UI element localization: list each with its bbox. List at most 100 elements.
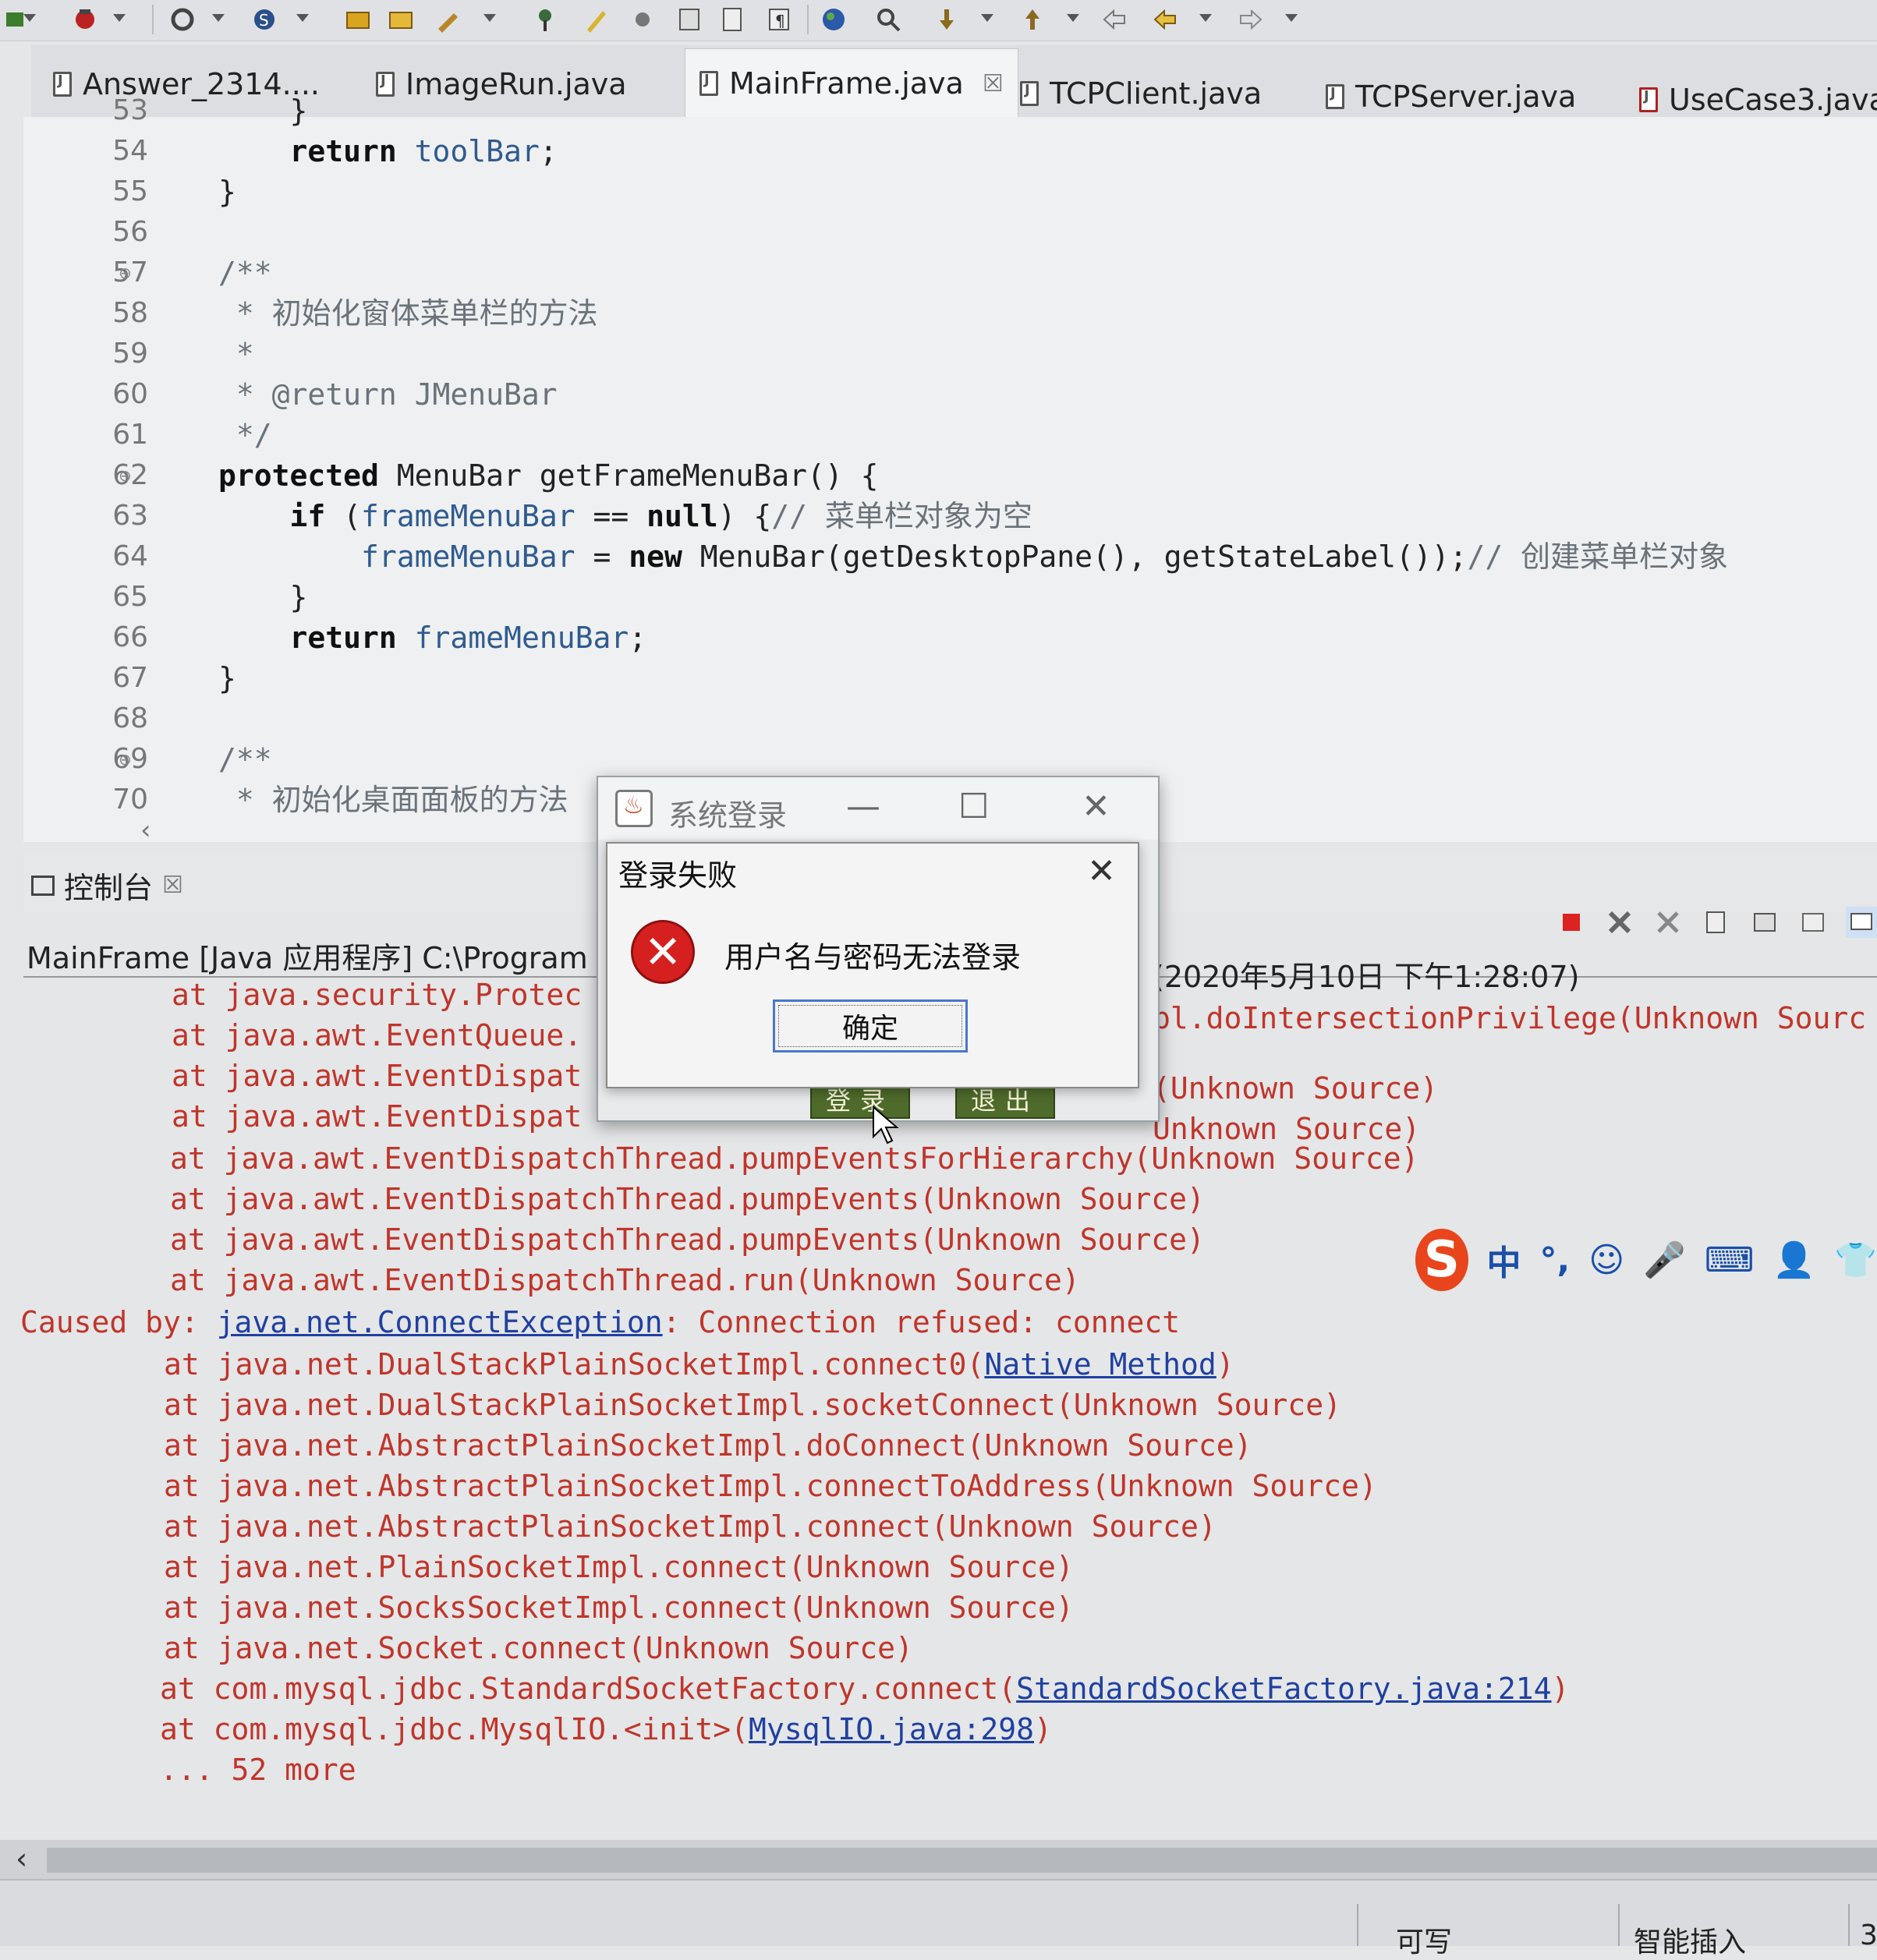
- globe-icon[interactable]: [819, 5, 848, 34]
- error-dialog: 登录失败 ✕ ✕ 用户名与密码无法登录 确定: [606, 842, 1139, 1088]
- close-tab-icon[interactable]: ☒: [983, 70, 1004, 97]
- new-folder-icon[interactable]: [343, 5, 373, 34]
- ime-language-toggle[interactable]: 中: [1487, 1235, 1521, 1285]
- java-file-icon: [376, 72, 395, 97]
- source-link[interactable]: MysqlIO.java:298: [749, 1712, 1034, 1746]
- dropdown-arrow-icon[interactable]: [113, 14, 126, 22]
- search-icon[interactable]: [873, 5, 903, 34]
- scrollbar-thumb[interactable]: [47, 1848, 1877, 1873]
- brush-icon[interactable]: [628, 5, 657, 34]
- java-app-icon: [615, 790, 653, 827]
- stack-line: at com.mysql.jdbc.MysqlIO.<init>(MysqlIO…: [160, 1712, 1052, 1746]
- emoji-icon[interactable]: ☺: [1588, 1240, 1624, 1280]
- tab-mainframe[interactable]: MainFrame.java ☒: [685, 48, 1018, 118]
- source-link[interactable]: StandardSocketFactory.java:214: [1016, 1672, 1551, 1706]
- sogou-logo-icon[interactable]: S: [1415, 1229, 1468, 1291]
- login-title-bar[interactable]: 系统登录 — ☐ ✕: [598, 777, 1158, 840]
- console-line: at java.security.Protec: [172, 978, 583, 1012]
- ok-button[interactable]: 确定: [773, 999, 968, 1053]
- status-bar: 可写 智能插入 3: [0, 1879, 1877, 1958]
- java-file-icon: [1326, 84, 1344, 109]
- code-text: return toolBar;: [218, 134, 558, 168]
- code-text: return frameMenuBar;: [218, 621, 647, 655]
- scroll-left-icon[interactable]: ‹: [16, 1841, 27, 1876]
- caused-by-line: Caused by: java.net.ConnectException: Co…: [20, 1305, 1181, 1339]
- toolbar-separator: [807, 5, 809, 34]
- writable-status: 可写: [1396, 1926, 1453, 1958]
- error-icon: ✕: [631, 920, 695, 984]
- highlighter-icon[interactable]: [581, 5, 611, 34]
- status-separator: [1357, 1904, 1358, 1946]
- console-horizontal-scrollbar[interactable]: ‹: [0, 1840, 1877, 1879]
- close-icon[interactable]: ✕: [1082, 787, 1110, 826]
- keyword: protected: [218, 458, 379, 493]
- punctuation-icon[interactable]: °,: [1540, 1240, 1571, 1280]
- close-icon[interactable]: ✕: [1087, 851, 1116, 891]
- code-editor[interactable]: 53 } 54 return toolBar; 55} 56 57 ⊖/** 58…: [23, 94, 1877, 846]
- source-link[interactable]: Native Method: [984, 1347, 1216, 1382]
- stack-line: at java.net.DualStackPlainSocketImpl.con…: [164, 1347, 1234, 1382]
- last-edit-icon[interactable]: [1100, 5, 1129, 34]
- dropdown-arrow-icon[interactable]: [483, 14, 496, 22]
- field: frameMenuBar: [414, 621, 629, 655]
- code-text: if (frameMenuBar == null) {// 菜单栏对象为空: [218, 499, 1032, 533]
- close-tab-icon[interactable]: ☒: [162, 872, 183, 899]
- stack-line: at java.net.AbstractPlainSocketImpl.conn…: [164, 1509, 1217, 1544]
- console-line: at java.awt.EventDispat: [172, 1059, 583, 1093]
- dropdown-arrow-icon[interactable]: [212, 14, 225, 22]
- open-folder-icon[interactable]: [386, 5, 416, 34]
- console-line: at java.awt.EventDispatchThread.run(Unkn…: [170, 1263, 1080, 1297]
- skin-icon[interactable]: 👕: [1834, 1240, 1877, 1280]
- fold-icon[interactable]: ⊖: [119, 253, 132, 293]
- stack-line: at java.net.Socket.connect(Unknown Sourc…: [164, 1631, 913, 1665]
- document-icon[interactable]: [717, 5, 747, 34]
- tool-icon[interactable]: [433, 5, 462, 34]
- bookmark-icon[interactable]: [675, 5, 704, 34]
- cursor-position: 3: [1860, 1919, 1877, 1951]
- next-annotation-icon[interactable]: [932, 5, 962, 34]
- code-text: frameMenuBar = new MenuBar(getDesktopPan…: [361, 540, 1729, 574]
- keyword: null: [646, 499, 718, 533]
- java-file-icon: [1020, 81, 1039, 106]
- stack-line: at java.net.DualStackPlainSocketImpl.soc…: [164, 1388, 1341, 1422]
- forward-arrow-icon[interactable]: [1236, 5, 1266, 34]
- previous-annotation-icon[interactable]: [1018, 5, 1047, 34]
- comment: // 创建菜单栏对象: [1467, 540, 1729, 574]
- console-tab-label: 控制台: [64, 871, 154, 905]
- scroll-left-icon[interactable]: ‹: [140, 815, 151, 846]
- dropdown-arrow-icon[interactable]: [1199, 14, 1212, 22]
- keyboard-icon[interactable]: ⌨: [1705, 1240, 1755, 1280]
- maximize-icon[interactable]: ☐: [958, 787, 989, 826]
- dropdown-arrow-icon[interactable]: [981, 14, 993, 22]
- user-icon[interactable]: 👤: [1773, 1240, 1815, 1280]
- tab-label: ImageRun.java: [406, 67, 627, 101]
- gear-icon[interactable]: [168, 5, 197, 34]
- minimize-icon[interactable]: —: [846, 787, 880, 826]
- tab-console[interactable]: 控制台 ☒: [31, 864, 183, 907]
- tab-tcpclient[interactable]: TCPClient.java: [1020, 62, 1262, 125]
- login-window-title: 系统登录: [668, 798, 788, 833]
- dialog-title: 登录失败: [618, 858, 738, 893]
- server-icon[interactable]: S: [250, 5, 279, 34]
- dropdown-arrow-icon[interactable]: [296, 14, 309, 22]
- svg-text:S: S: [259, 11, 269, 30]
- microphone-icon[interactable]: 🎤: [1643, 1240, 1686, 1280]
- status-separator: [1848, 1904, 1850, 1946]
- exception-link[interactable]: java.net.ConnectException: [217, 1305, 663, 1339]
- console-line: at java.awt.EventDispatchThread.pumpEven…: [170, 1182, 1205, 1216]
- tab-label: TCPServer.java: [1355, 80, 1577, 114]
- fold-icon[interactable]: ⊖: [119, 739, 132, 780]
- dropdown-arrow-icon[interactable]: [1067, 14, 1079, 22]
- debug-icon[interactable]: [70, 5, 100, 34]
- console-line: pl.doIntersectionPrivilege(Unknown Sourc: [1153, 1001, 1867, 1035]
- stack-line: at java.net.AbstractPlainSocketImpl.doCo…: [164, 1428, 1252, 1463]
- tab-imagerun[interactable]: ImageRun.java: [376, 53, 627, 115]
- fold-icon[interactable]: ⊖: [119, 455, 132, 496]
- dropdown-arrow-icon[interactable]: [23, 14, 36, 22]
- dropdown-arrow-icon[interactable]: [1285, 14, 1298, 22]
- back-arrow-icon[interactable]: [1150, 5, 1180, 34]
- pin-icon[interactable]: [530, 5, 560, 34]
- paragraph-icon[interactable]: ¶: [764, 5, 794, 34]
- process-name: MainFrame [Java 应用程序] C:\Program: [27, 941, 588, 975]
- tab-label: MainFrame.java: [729, 66, 964, 101]
